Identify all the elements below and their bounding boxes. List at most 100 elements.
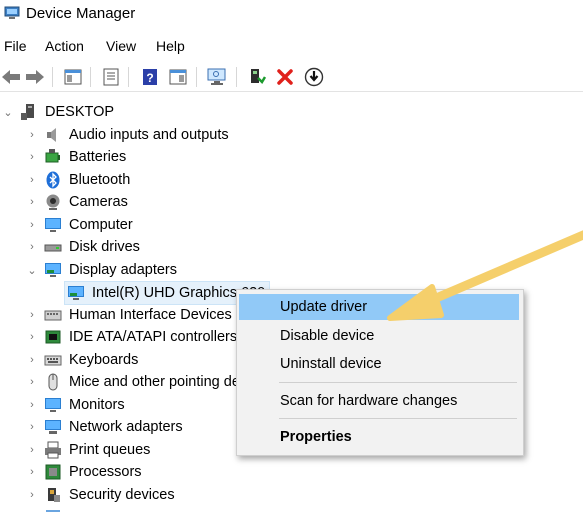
chevron-right-icon[interactable]: › (26, 489, 38, 501)
menu-view[interactable]: View (104, 38, 138, 54)
tree-item-partial[interactable]: › (26, 506, 69, 512)
toolbar-separator (236, 67, 237, 87)
chevron-right-icon[interactable]: › (26, 331, 38, 343)
toolbar: ? (0, 63, 583, 92)
speaker-icon (44, 126, 62, 144)
computer-icon (20, 103, 38, 121)
display-icon (44, 261, 62, 279)
tree-item-security-devices[interactable]: › Security devices (26, 484, 175, 506)
scan-hardware-button[interactable] (206, 66, 228, 88)
back-arrow-icon (2, 70, 20, 84)
tree-item-computer[interactable]: › Computer (26, 214, 133, 236)
scan-hardware-menu-item[interactable]: Scan for hardware changes (239, 388, 519, 414)
ide-icon (44, 328, 62, 346)
chevron-right-icon[interactable]: › (26, 376, 38, 388)
computer-icon (44, 216, 62, 234)
tree-item-label: Computer (69, 217, 133, 233)
help-book-icon: ? (143, 69, 157, 85)
menu-bar: File Action View Help (0, 38, 583, 60)
enable-device-button[interactable] (246, 66, 268, 88)
chevron-right-icon[interactable]: › (26, 129, 38, 141)
chevron-right-icon[interactable]: › (26, 466, 38, 478)
battery-icon (44, 148, 62, 166)
action-pane-button[interactable] (167, 66, 189, 88)
hid-icon (44, 306, 62, 324)
tree-item-audio[interactable]: › Audio inputs and outputs (26, 124, 229, 146)
toolbar-separator (52, 67, 53, 87)
chevron-right-icon[interactable]: › (26, 151, 38, 163)
disk-icon (44, 238, 62, 256)
show-hide-console-button[interactable] (62, 66, 84, 88)
chevron-right-icon[interactable]: › (26, 219, 38, 231)
toolbar-separator (196, 67, 197, 87)
menu-action[interactable]: Action (43, 38, 86, 54)
tree-item-cameras[interactable]: › Cameras (26, 191, 128, 213)
tree-item-monitors[interactable]: › Monitors (26, 394, 125, 416)
tree-item-label: Processors (69, 464, 142, 480)
update-driver-menu-item[interactable]: Update driver (239, 294, 519, 320)
disable-device-menu-item[interactable]: Disable device (239, 323, 519, 349)
tree-item-label: Human Interface Devices (69, 307, 232, 323)
uninstall-device-button[interactable] (274, 66, 296, 88)
action-pane-icon (169, 69, 187, 85)
chevron-right-icon[interactable]: › (26, 354, 38, 366)
back-button[interactable] (0, 66, 22, 88)
keyboard-icon (44, 351, 62, 369)
forward-arrow-icon (26, 70, 44, 84)
window-title: Device Manager (26, 5, 136, 22)
chevron-right-icon[interactable]: › (26, 196, 38, 208)
display-card-icon (67, 284, 85, 302)
chevron-right-icon[interactable]: › (26, 444, 38, 456)
tree-item-label: Display adapters (69, 262, 177, 278)
toolbar-separator (90, 67, 91, 87)
tree-item-label: Batteries (69, 149, 127, 165)
camera-icon (44, 193, 62, 211)
tree-root-desktop[interactable]: ⌄ DESKTOP (2, 101, 114, 123)
chevron-right-icon[interactable]: › (26, 174, 38, 186)
uninstall-device-menu-item[interactable]: Uninstall device (239, 351, 519, 377)
help-button[interactable]: ? (139, 66, 161, 88)
tree-root-label: DESKTOP (45, 104, 115, 120)
tree-item-label: Keyboards (69, 352, 139, 368)
title-bar: Device Manager (0, 0, 583, 30)
chevron-right-icon[interactable]: › (26, 309, 38, 321)
tree-item-bluetooth[interactable]: › Bluetooth (26, 169, 130, 191)
update-driver-button[interactable] (303, 66, 325, 88)
tree-item-hid[interactable]: › Human Interface Devices (26, 304, 232, 326)
cpu-icon (44, 463, 62, 481)
properties-menu-item[interactable]: Properties (239, 424, 519, 450)
console-tree-icon (64, 69, 82, 85)
tree-item-processors[interactable]: › Processors (26, 461, 142, 483)
tree-item-keyboards[interactable]: › Keyboards (26, 349, 138, 371)
chevron-down-icon[interactable]: ⌄ (26, 264, 38, 277)
tree-item-network[interactable]: › Network adapters (26, 416, 183, 438)
tree-item-print-queues[interactable]: › Print queues (26, 439, 150, 461)
forward-button[interactable] (24, 66, 46, 88)
tree-item-label: Cameras (69, 194, 128, 210)
menu-separator (279, 418, 517, 419)
chevron-right-icon[interactable]: › (26, 399, 38, 411)
tree-item-label: Monitors (69, 397, 125, 413)
tree-item-label: Bluetooth (69, 172, 131, 188)
menu-file[interactable]: File (2, 38, 29, 54)
menu-help[interactable]: Help (154, 38, 187, 54)
context-menu: Update driver Disable device Uninstall d… (236, 289, 524, 456)
bluetooth-icon (44, 171, 62, 189)
tree-item-label: Security devices (69, 487, 175, 503)
chevron-right-icon[interactable]: › (26, 241, 38, 253)
chevron-down-icon[interactable]: ⌄ (2, 106, 14, 119)
chevron-right-icon[interactable]: › (26, 421, 38, 433)
tree-item-label: Audio inputs and outputs (69, 127, 229, 143)
tree-item-disk-drives[interactable]: › Disk drives (26, 236, 140, 258)
scan-monitor-icon (207, 68, 226, 85)
network-icon (44, 418, 62, 436)
device-icon (44, 508, 62, 512)
tree-item-ide[interactable]: › IDE ATA/ATAPI controllers (26, 326, 237, 348)
enable-device-icon (251, 69, 266, 85)
tree-item-batteries[interactable]: › Batteries (26, 146, 126, 168)
tree-item-display-adapters[interactable]: ⌄ Display adapters (26, 259, 177, 281)
monitor-icon (44, 396, 62, 414)
printer-icon (44, 441, 62, 459)
properties-button[interactable] (100, 66, 122, 88)
tree-item-label: Network adapters (69, 419, 183, 435)
